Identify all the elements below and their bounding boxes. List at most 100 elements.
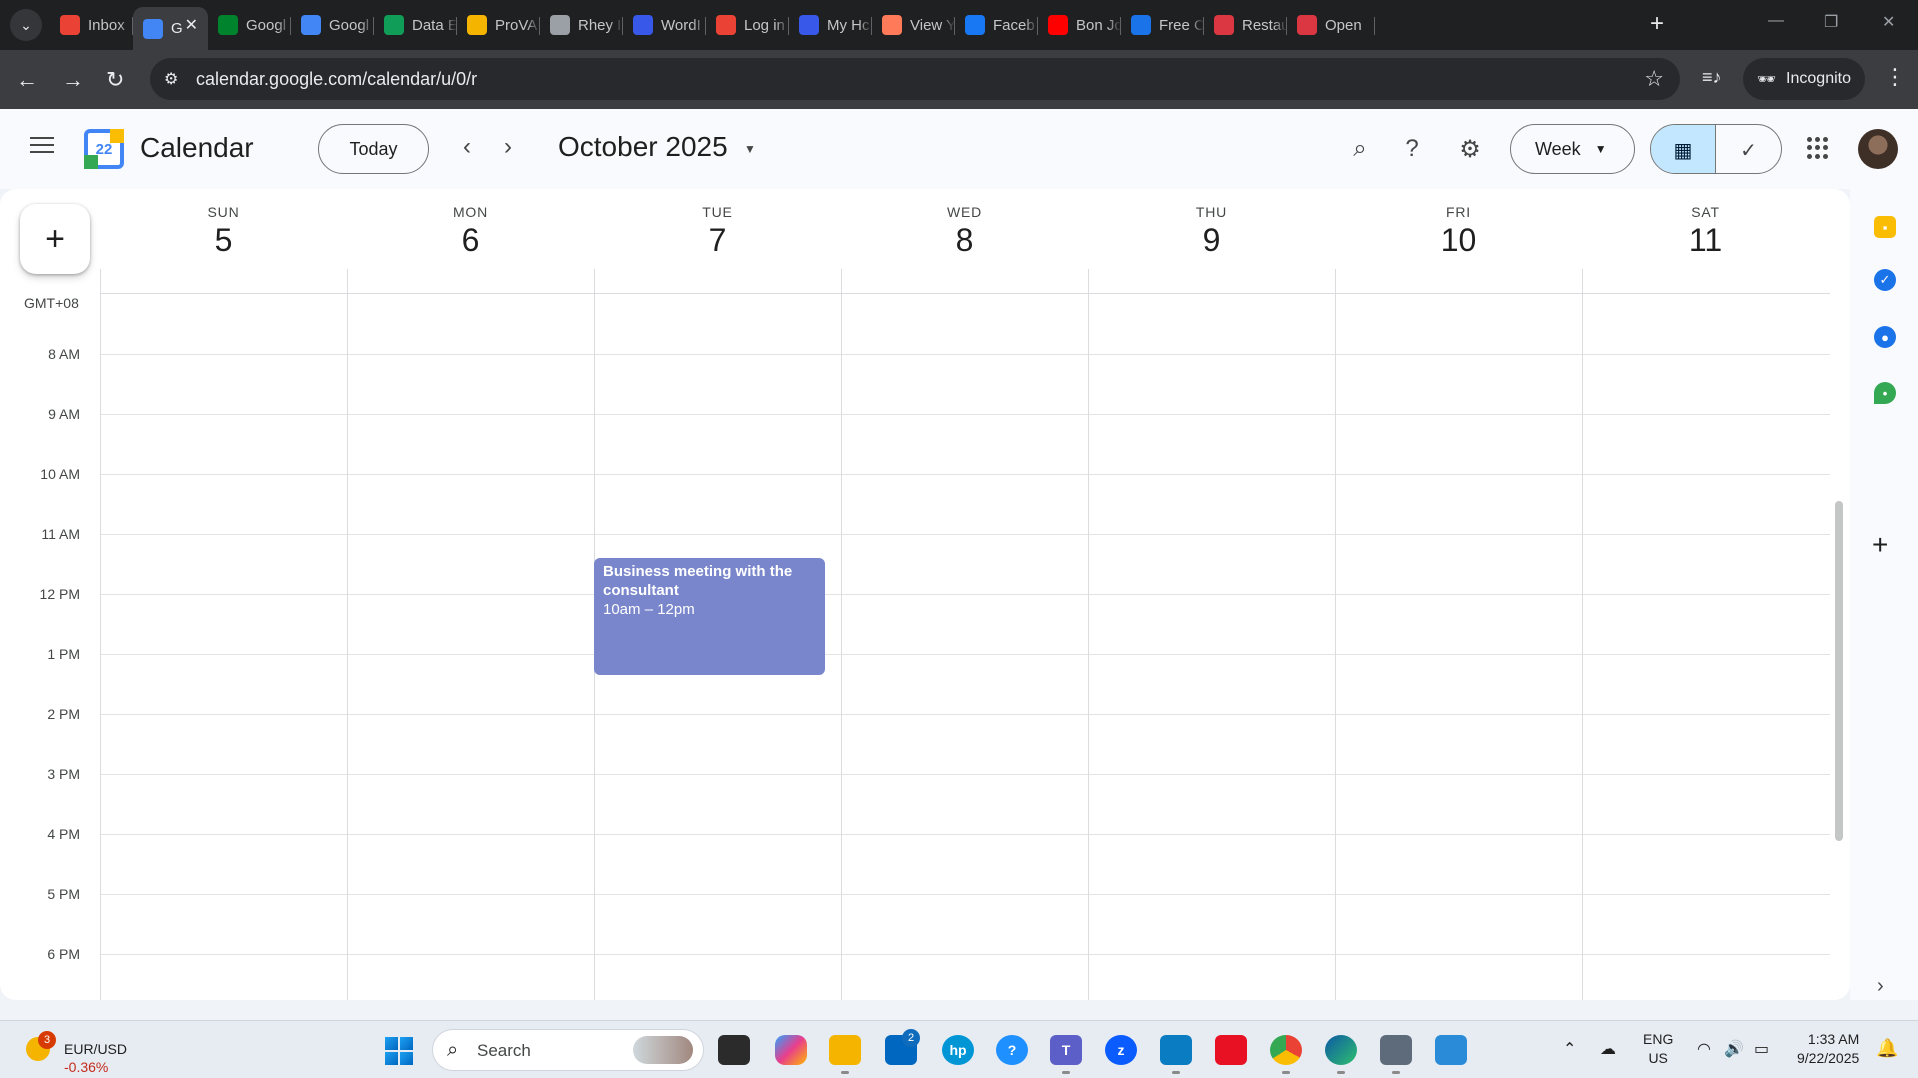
tasks-view-icon[interactable]: ✓ — [1716, 125, 1781, 173]
contacts-icon[interactable]: ● — [1874, 326, 1896, 348]
day-header[interactable]: SUN 5 — [100, 189, 347, 294]
browser-tab[interactable]: Rhey I — [540, 7, 623, 43]
close-tab-icon[interactable]: ✕ — [185, 15, 198, 35]
create-event-button[interactable]: + — [20, 204, 90, 274]
add-addon-icon[interactable]: + — [1872, 529, 1888, 561]
tab-search-button[interactable]: ⌄ — [10, 9, 42, 41]
today-button[interactable]: Today — [318, 124, 429, 174]
hp-icon[interactable]: hp — [942, 1035, 974, 1065]
browser-tab[interactable]: Open — [1287, 7, 1375, 43]
month-dropdown-icon[interactable]: ▼ — [744, 142, 756, 156]
next-week-icon[interactable]: › — [504, 133, 512, 161]
reload-icon[interactable]: ↻ — [106, 67, 124, 93]
day-header-separator — [347, 269, 348, 294]
event-chip[interactable]: Business meeting with the consultant 10a… — [594, 558, 825, 675]
zoom-icon[interactable]: z — [1105, 1035, 1137, 1065]
day-number[interactable]: 6 — [347, 222, 594, 259]
day-number[interactable]: 11 — [1582, 222, 1829, 259]
search-icon[interactable]: ⌕ — [1345, 134, 1375, 164]
url-text[interactable]: calendar.google.com/calendar/u/0/r — [196, 69, 477, 90]
browser-tab[interactable]: View Y — [872, 7, 955, 43]
day-header[interactable]: SAT 11 — [1582, 189, 1829, 294]
incognito-button[interactable]: 🕶 Incognito — [1743, 58, 1865, 100]
browser-tab[interactable]: Restau — [1204, 7, 1287, 43]
site-info-icon[interactable]: ⚙ — [164, 69, 178, 89]
file-explorer-icon[interactable] — [829, 1035, 861, 1065]
browser-tab[interactable]: Googl — [208, 7, 291, 43]
bookmark-star-icon[interactable]: ☆ — [1644, 66, 1664, 92]
calculator-icon[interactable] — [1380, 1035, 1412, 1065]
control-panel-icon[interactable] — [1160, 1035, 1192, 1065]
battery-icon[interactable]: ▭ — [1754, 1039, 1769, 1059]
restore-button[interactable]: ❐ — [1824, 12, 1838, 32]
day-header[interactable]: TUE 7 — [594, 189, 841, 294]
day-header[interactable]: THU 9 — [1088, 189, 1335, 294]
keep-icon[interactable]: ▪ — [1874, 216, 1896, 238]
browser-tab[interactable]: Bon Jc — [1038, 7, 1121, 43]
grid-scrollbar[interactable] — [1835, 501, 1843, 841]
stock-widget[interactable]: 3 EUR/USD -0.36% — [22, 1031, 142, 1075]
time-grid[interactable]: 8 AM 9 AM 10 AM 11 AM 12 PM 1 PM 2 PM 3 PM 4 PM 5… — [0, 294, 1850, 1000]
close-window-button[interactable]: ✕ — [1882, 12, 1895, 32]
volume-icon[interactable]: 🔊 — [1724, 1039, 1744, 1059]
day-number[interactable]: 10 — [1335, 222, 1582, 259]
copilot-icon[interactable] — [775, 1035, 807, 1065]
browser-tab[interactable]: Log in — [706, 7, 789, 43]
day-number[interactable]: 8 — [841, 222, 1088, 259]
browser-tab[interactable]: G ✕ — [133, 7, 208, 50]
taskbar-search[interactable]: ⌕ Search — [432, 1029, 704, 1071]
day-header[interactable]: WED 8 — [841, 189, 1088, 294]
view-selector[interactable]: Week ▼ — [1510, 124, 1635, 174]
help-icon[interactable]: ? — [1397, 134, 1427, 164]
snipping-tool-icon[interactable] — [1215, 1035, 1247, 1065]
task-view-icon[interactable] — [718, 1035, 750, 1065]
maps-icon[interactable]: • — [1874, 382, 1896, 404]
teams-icon[interactable]: T — [1050, 1035, 1082, 1065]
notification-bell-icon[interactable]: 🔔 — [1876, 1038, 1898, 1059]
browser-menu-icon[interactable]: ⋮ — [1884, 64, 1906, 90]
day-column-divider — [1335, 294, 1336, 1000]
account-avatar[interactable] — [1858, 129, 1898, 169]
show-hidden-icons-icon[interactable]: ⌃ — [1563, 1039, 1576, 1059]
help-app-icon[interactable]: ? — [996, 1035, 1028, 1065]
month-label[interactable]: October 2025 — [558, 131, 728, 163]
browser-tab[interactable]: Free C — [1121, 7, 1204, 43]
minimize-button[interactable]: — — [1768, 12, 1784, 30]
forward-icon[interactable]: → — [62, 67, 84, 93]
onedrive-icon[interactable]: ☁ — [1600, 1039, 1616, 1059]
day-header[interactable]: FRI 10 — [1335, 189, 1582, 294]
day-number[interactable]: 5 — [100, 222, 347, 259]
view-icon — [882, 15, 902, 35]
app-name[interactable]: Calendar — [140, 132, 254, 164]
language-indicator[interactable]: ENG US — [1643, 1030, 1673, 1068]
browser-tab[interactable]: Googl — [291, 7, 374, 43]
tasks-icon[interactable]: ✓ — [1874, 269, 1896, 291]
system-clock[interactable]: 1:33 AM 9/22/2025 — [1797, 1030, 1859, 1068]
back-icon[interactable]: ← — [16, 67, 38, 93]
browser-tab[interactable]: Inbox — [50, 7, 133, 43]
google-apps-icon[interactable] — [1807, 137, 1829, 159]
day-number[interactable]: 9 — [1088, 222, 1335, 259]
address-bar[interactable]: ⚙ calendar.google.com/calendar/u/0/r ☆ — [150, 58, 1680, 100]
browser-tab[interactable]: My Hc — [789, 7, 872, 43]
edge-icon[interactable] — [1325, 1035, 1357, 1065]
browser-tab[interactable]: WordI — [623, 7, 706, 43]
main-menu-icon[interactable] — [30, 137, 54, 155]
settings-gear-icon[interactable]: ⚙ — [1455, 134, 1485, 164]
widget-badge: 3 — [38, 1031, 56, 1049]
day-header[interactable]: MON 6 — [347, 189, 594, 294]
previous-week-icon[interactable]: ‹ — [463, 133, 471, 161]
calendar-view-icon[interactable]: ▦ — [1651, 125, 1716, 173]
wifi-icon[interactable]: ◠ — [1697, 1039, 1711, 1059]
windows-start-icon[interactable] — [385, 1037, 413, 1065]
expand-panel-icon[interactable]: › — [1877, 975, 1884, 998]
calendar-logo[interactable]: 22 — [84, 129, 124, 169]
browser-tab[interactable]: Faceb — [955, 7, 1038, 43]
browser-tab[interactable]: Data E — [374, 7, 457, 43]
media-control-icon[interactable]: ≡♪ — [1702, 67, 1722, 88]
browser-tab[interactable]: ProVA — [457, 7, 540, 43]
chrome-icon[interactable] — [1270, 1035, 1302, 1065]
new-tab-button[interactable]: + — [1650, 10, 1664, 38]
day-number[interactable]: 7 — [594, 222, 841, 259]
photos-icon[interactable] — [1435, 1035, 1467, 1065]
